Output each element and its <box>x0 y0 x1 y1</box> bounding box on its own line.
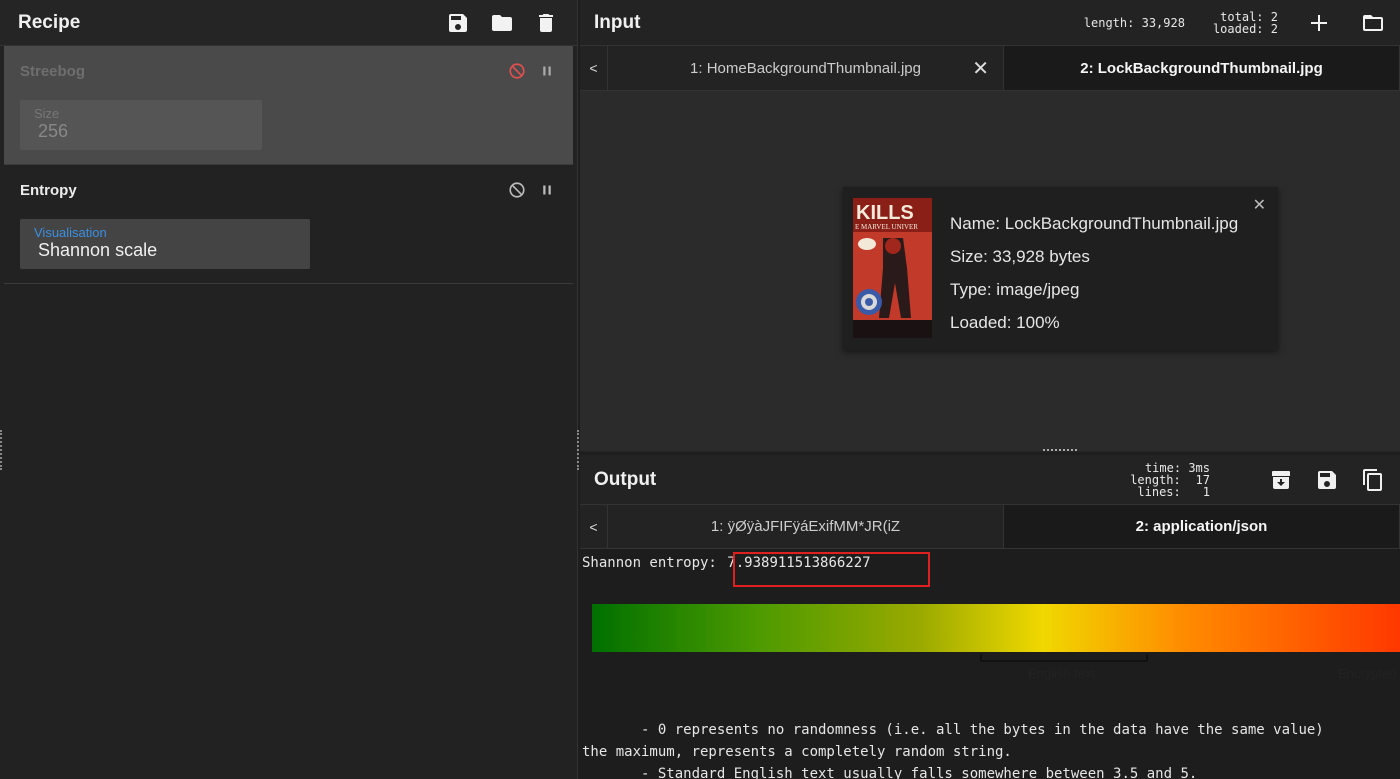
folder-icon <box>492 14 512 31</box>
pause-icon <box>543 185 551 195</box>
save-recipe-button[interactable] <box>445 10 471 36</box>
output-panel: Output time: 3ms length: 17 lines: 1 < 1… <box>580 455 1400 779</box>
file-details-card: KILLS E MARVEL UNIVER Name: LockBackgrou… <box>843 187 1278 350</box>
output-text[interactable]: Shannon entropy: 7.938911513866227 Engli… <box>580 549 1400 779</box>
disable-operation-button[interactable] <box>507 180 527 200</box>
trash-icon <box>539 13 553 32</box>
folder-icon <box>1363 14 1383 31</box>
open-folder-button[interactable] <box>1360 10 1386 36</box>
loaded-label: loaded: <box>1212 21 1264 36</box>
input-area[interactable]: KILLS E MARVEL UNIVER Name: LockBackgrou… <box>580 91 1400 451</box>
thumbnail-subtitle: E MARVEL UNIVER <box>855 223 918 231</box>
tab-prev-button[interactable]: < <box>580 46 608 90</box>
file-name: Name: LockBackgroundThumbnail.jpg <box>950 214 1239 233</box>
recipe-title: Recipe <box>18 11 81 33</box>
entropy-label: Shannon entropy: <box>582 555 726 571</box>
tab-prev-button[interactable]: < <box>580 505 608 548</box>
io-splitter[interactable] <box>580 448 1400 454</box>
tab-label: 2: LockBackgroundThumbnail.jpg <box>1080 59 1323 77</box>
save-output-button[interactable] <box>1314 467 1340 493</box>
save-icon <box>449 13 467 32</box>
visualisation-select[interactable]: Visualisation Shannon scale <box>20 219 310 269</box>
save-all-output-button[interactable] <box>1268 467 1294 493</box>
input-title: Input <box>594 11 641 33</box>
file-type: Type: image/jpeg <box>950 280 1080 299</box>
tab-label: 1: ÿØÿàJFIFÿáExifMM*JR(iZ <box>710 518 901 535</box>
file-info: Name: LockBackgroundThumbnail.jpg Size: … <box>950 207 1238 339</box>
loaded-value: 2 <box>1270 21 1278 36</box>
output-tab-1[interactable]: 1: ÿØÿàJFIFÿáExifMM*JR(iZ <box>608 505 1004 548</box>
copy-icon <box>1363 468 1382 491</box>
output-header: Output time: 3ms length: 17 lines: 1 <box>580 455 1400 505</box>
add-input-button[interactable] <box>1306 10 1332 36</box>
breakpoint-button[interactable] <box>537 61 557 81</box>
clear-recipe-button[interactable] <box>533 10 559 36</box>
length-value: 17 <box>1195 472 1210 487</box>
operation-streebog[interactable]: Streebog Size 256 <box>4 46 573 165</box>
splitter-grip-icon <box>1043 449 1077 452</box>
input-length-stat: length: 33,928 <box>1084 16 1185 30</box>
english-text-label: English text <box>1028 666 1096 681</box>
input-tabs: < 1: HomeBackgroundThumbnail.jpg ✕ 2: Lo… <box>580 46 1400 91</box>
breakpoint-button[interactable] <box>537 180 557 200</box>
file-size: Size: 33,928 bytes <box>950 247 1090 266</box>
encrypted-label: Encrypted <box>1338 666 1397 681</box>
output-stats: time: 3ms length: 17 lines: 1 <box>1130 462 1210 498</box>
disable-icon <box>509 63 525 79</box>
pause-icon <box>543 66 551 76</box>
length-label: length: <box>1083 15 1135 30</box>
length-value: 33,928 <box>1141 15 1185 30</box>
tab-label: 1: HomeBackgroundThumbnail.jpg <box>690 59 921 77</box>
recipe-panel: Recipe Streebog Size 256 Entropy Visuali… <box>0 0 578 779</box>
recipe-io-splitter[interactable] <box>577 430 580 470</box>
visualisation-label: Visualisation <box>34 225 107 240</box>
lines-value: 1 <box>1202 484 1210 499</box>
disable-operation-button[interactable] <box>507 61 527 81</box>
english-text-range-bracket <box>980 654 1148 662</box>
input-tab-2[interactable]: 2: LockBackgroundThumbnail.jpg <box>1004 46 1400 90</box>
thumbnail-title: KILLS <box>856 202 914 224</box>
output-title: Output <box>594 468 657 490</box>
input-panel: Input length: 33,928 total: 2 loaded: 2 <box>580 0 1400 452</box>
entropy-highlight-box <box>733 552 930 587</box>
copy-output-button[interactable] <box>1360 467 1386 493</box>
input-header: Input length: 33,928 total: 2 loaded: 2 <box>580 0 1400 46</box>
visualisation-value: Shannon scale <box>38 240 158 260</box>
entropy-notes: - 0 represents no randomness (i.e. all t… <box>582 722 1324 779</box>
input-tab-1[interactable]: 1: HomeBackgroundThumbnail.jpg ✕ <box>608 46 1004 90</box>
size-value: 256 <box>38 121 69 141</box>
output-tabs: < 1: ÿØÿàJFIFÿáExifMM*JR(iZ 2: applicati… <box>580 505 1400 549</box>
thumbnail-image: KILLS E MARVEL UNIVER <box>853 198 932 338</box>
file-loaded: Loaded: 100% <box>950 313 1060 332</box>
lines-label: lines: <box>1137 484 1181 499</box>
save-icon <box>1318 470 1336 489</box>
close-icon[interactable]: ✕ <box>1253 195 1266 215</box>
app: Recipe Streebog Size 256 Entropy Visuali… <box>0 0 1400 779</box>
size-field[interactable]: Size 256 <box>20 100 262 150</box>
plus-icon <box>1311 14 1327 31</box>
size-label: Size <box>34 106 60 121</box>
input-count-stat: total: 2 loaded: 2 <box>1213 11 1278 35</box>
operation-entropy[interactable]: Entropy Visualisation Shannon scale <box>4 165 573 284</box>
archive-icon <box>1272 470 1290 489</box>
file-thumbnail: KILLS E MARVEL UNIVER <box>853 198 932 338</box>
recipe-header: Recipe <box>0 0 577 46</box>
output-tab-2[interactable]: 2: application/json <box>1004 505 1400 548</box>
entropy-scale-bar <box>592 604 1400 652</box>
operation-name: Entropy <box>20 181 77 199</box>
operation-name: Streebog <box>20 62 86 80</box>
load-recipe-button[interactable] <box>489 10 515 36</box>
close-icon[interactable]: ✕ <box>972 56 989 81</box>
left-resize-handle[interactable] <box>0 430 3 470</box>
tab-label: 2: application/json <box>1135 518 1268 535</box>
disable-icon <box>509 182 525 198</box>
